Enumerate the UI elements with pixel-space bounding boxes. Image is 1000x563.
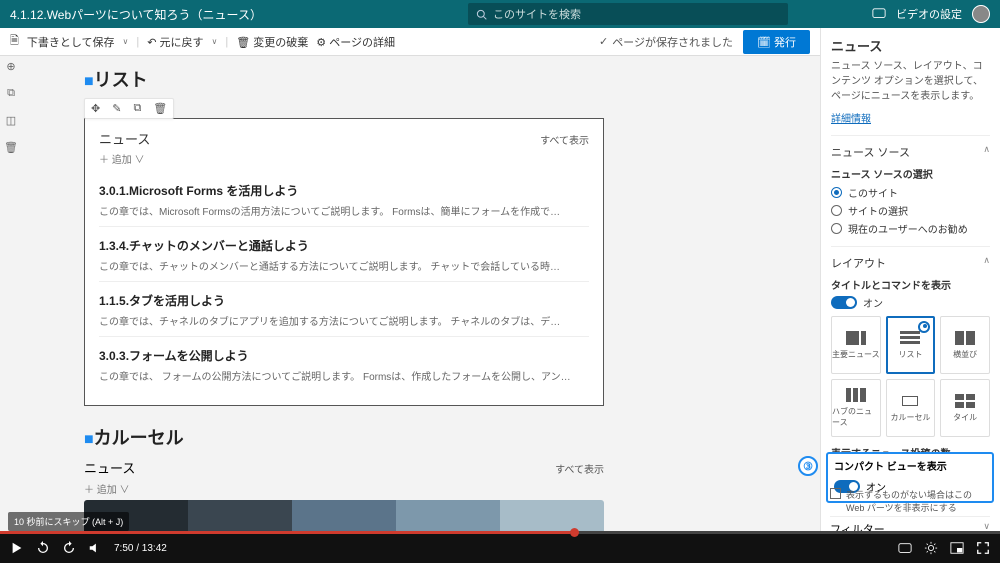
settings-icon[interactable]	[924, 541, 938, 555]
carousel-add-link[interactable]: ＋ 追加 ∨	[84, 485, 130, 496]
news-item[interactable]: 1.1.5.タブを活用しようこの章では、チャネルのタブにアプリを追加する方法につ…	[99, 282, 589, 337]
show-title-label: タイトルとコマンドを表示	[831, 277, 990, 292]
carousel-title: ニュース	[84, 458, 135, 477]
section-header-carousel: ■カルーセル	[84, 424, 760, 450]
hide-empty-checkbox[interactable]	[830, 488, 841, 499]
layout-tiles[interactable]: タイル	[940, 379, 990, 437]
layout-carousel[interactable]: カルーセル	[886, 379, 936, 437]
annotation-number: ③	[798, 456, 818, 476]
page-title: 4.1.12.Webパーツについて知ろう（ニュース）	[10, 6, 262, 23]
rail-section-icon[interactable]: ◫	[6, 114, 16, 127]
layout-hub-news[interactable]: ハブのニュース	[831, 379, 881, 437]
video-controls: 7:50 / 13:42	[0, 533, 1000, 563]
skip-back-icon[interactable]	[36, 541, 50, 555]
news-item[interactable]: 3.0.3.フォームを公開しようこの章では、 フォームの公開方法についてご説明し…	[99, 337, 589, 391]
layout-list[interactable]: リスト	[886, 316, 936, 374]
duplicate-icon[interactable]: ⧉	[133, 102, 141, 115]
save-icon: 🗎	[10, 32, 19, 51]
video-time: 7:50 / 13:42	[114, 543, 167, 554]
video-settings-link[interactable]: ビデオの設定	[896, 6, 962, 22]
layout-side-by-side[interactable]: 横並び	[940, 316, 990, 374]
news-webpart-list[interactable]: ニュース すべて表示 ＋ 追加 ∨ 3.0.1.Microsoft Forms …	[84, 118, 604, 406]
cc-icon[interactable]	[898, 541, 912, 555]
main-canvas: ■リスト ✥ ✎ ⧉ 🗑 ニュース すべて表示 ＋ 追加 ∨ 3.0.1.Mic…	[24, 56, 820, 533]
discard-button[interactable]: 🗑 変更の破棄	[236, 34, 308, 50]
volume-icon[interactable]	[88, 541, 102, 555]
move-icon[interactable]: ✥	[91, 102, 100, 115]
publish-button[interactable]: 🗓 発行	[743, 30, 810, 54]
rail-delete-icon[interactable]: 🗑	[4, 141, 18, 154]
skip-fwd-icon[interactable]	[62, 541, 76, 555]
radio-select-sites[interactable]: サイトの選択	[831, 203, 990, 218]
edit-rail: ⊕ ⧉ ◫ 🗑	[0, 56, 22, 158]
news-title: ニュース	[99, 129, 150, 148]
pip-icon[interactable]	[950, 541, 964, 555]
chat-icon[interactable]	[872, 7, 886, 21]
hide-empty-label: 表示するものがない場合はこの Web パーツを非表示にする	[846, 488, 990, 514]
section-layout[interactable]: レイアウト∧	[831, 255, 990, 271]
app-topbar: 4.1.12.Webパーツについて知ろう（ニュース） このサイトを検索 ビデオの…	[0, 0, 1000, 28]
layout-top-story[interactable]: 主要ニュース	[831, 316, 881, 374]
carousel-image[interactable]	[84, 500, 604, 533]
progress-thumb[interactable]	[570, 528, 579, 537]
user-avatar[interactable]	[972, 5, 990, 23]
news-item[interactable]: 3.0.1.Microsoft Forms を活用しようこの章では、Micros…	[99, 172, 589, 227]
edit-icon[interactable]: ✎	[112, 102, 121, 115]
panel-desc: ニュース ソース、レイアウト、コンテンツ オプションを選択して、ページにニュース…	[831, 59, 990, 104]
fullscreen-icon[interactable]	[976, 541, 990, 555]
video-progress[interactable]	[0, 531, 1000, 534]
radio-this-site[interactable]: このサイト	[831, 185, 990, 200]
rail-copy-icon[interactable]: ⧉	[7, 87, 15, 100]
compact-view-label: コンパクト ビューを表示	[834, 458, 986, 473]
add-link[interactable]: ＋ 追加 ∨	[99, 151, 145, 166]
section-news-source[interactable]: ニュース ソース∧	[831, 144, 990, 160]
carousel-see-all[interactable]: すべて表示	[555, 461, 604, 476]
see-all-link[interactable]: すべて表示	[540, 132, 589, 147]
source-subhead: ニュース ソースの選択	[831, 166, 990, 181]
section-header-list: ■リスト	[84, 66, 760, 92]
save-draft-button[interactable]: 下書きとして保存	[27, 34, 115, 50]
page-details-button[interactable]: ⚙ ページの詳細	[316, 34, 395, 50]
saved-status: ✓ ページが保存されました	[599, 34, 733, 50]
news-item[interactable]: 1.3.4.チャットのメンバーと通話しようこの章では、チャットのメンバーと通話す…	[99, 227, 589, 282]
command-bar: 🗎 下書きとして保存∨ | ↶ 元に戻す∨ | 🗑 変更の破棄 ⚙ ページの詳細…	[0, 28, 820, 56]
search-placeholder: このサイトを検索	[493, 6, 581, 22]
trash-icon[interactable]: 🗑	[153, 102, 167, 115]
panel-detail-link[interactable]: 詳細情報	[831, 114, 871, 125]
radio-recommended[interactable]: 現在のユーザーへのお勧め	[831, 221, 990, 236]
undo-button[interactable]: ↶ 元に戻す	[147, 34, 203, 50]
webpart-toolbar: ✥ ✎ ⧉ 🗑	[84, 98, 174, 119]
play-icon[interactable]	[10, 541, 24, 555]
site-search-input[interactable]: このサイトを検索	[468, 3, 788, 25]
toggle-title-commands[interactable]	[831, 296, 857, 309]
panel-title: ニュース	[831, 36, 990, 55]
rail-add-icon[interactable]: ⊕	[6, 60, 15, 73]
skip-back-10-tooltip: 10 秒前にスキップ (Alt + J)	[8, 512, 129, 531]
